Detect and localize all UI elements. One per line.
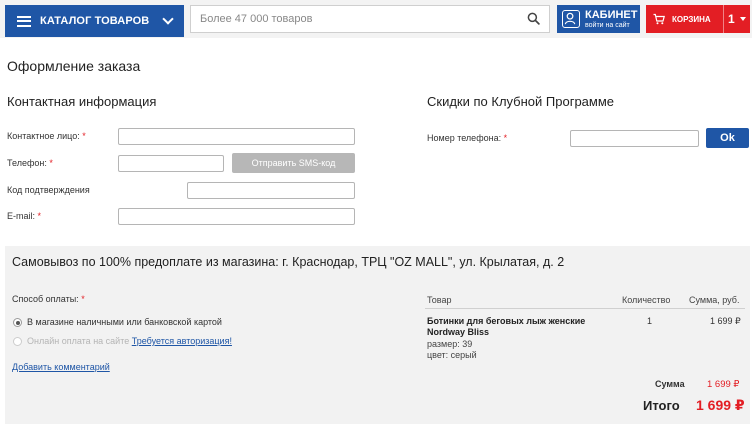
product-size: размер: 39 [427,339,473,349]
table-header-sum: Сумма, руб. [689,295,740,305]
cart-label: КОРЗИНА [672,14,711,24]
contact-person-input[interactable] [118,128,355,145]
club-phone-input[interactable] [570,130,699,147]
table-divider [425,308,745,309]
product-color: цвет: серый [427,350,477,360]
table-header-quantity: Количество [622,295,671,305]
ok-button[interactable]: Ok [706,128,749,148]
page-title: Оформление заказа [7,58,141,74]
confirm-code-input[interactable] [187,182,355,199]
cart-button[interactable]: КОРЗИНА 1 [646,5,750,33]
product-name[interactable]: Ботинки для беговых лыж женские Nordway … [427,316,607,338]
add-comment-link[interactable]: Добавить комментарий [12,362,110,372]
subtotal-value: 1 699 ₽ [707,379,740,390]
site-header: КАТАЛОГ ТОВАРОВ КАБИНЕТ войти на сайт КО… [0,0,752,38]
caret-down-icon[interactable] [740,17,746,21]
send-sms-button[interactable]: Отправить SMS-код [232,153,355,173]
auth-required-link[interactable]: Требуется авторизация! [132,336,232,346]
catalog-label: КАТАЛОГ ТОВАРОВ [40,15,150,27]
pickup-section [5,246,750,424]
payment-option-store-label[interactable]: В магазине наличными или банковской карт… [27,317,222,327]
search-box [190,5,550,33]
confirm-code-label: Код подтверждения [7,185,90,195]
product-quantity: 1 [647,316,653,326]
total-value: 1 699 ₽ [696,397,745,413]
payment-option-store-radio[interactable] [13,318,22,327]
search-input[interactable] [191,6,521,32]
product-sum: 1 699 ₽ [710,316,741,326]
payment-method-label: Способ оплаты: * [12,294,85,304]
user-icon [562,10,580,28]
payment-option-online-radio [13,337,22,346]
phone-input[interactable] [118,155,224,172]
chevron-down-icon [162,13,174,25]
contact-person-label: Контактное лицо: * [7,131,86,141]
cabinet-title: КАБИНЕТ [585,8,638,21]
subtotal-label: Сумма [655,379,685,389]
catalog-button[interactable]: КАТАЛОГ ТОВАРОВ [5,5,184,37]
email-input[interactable] [118,208,355,225]
club-section-title: Скидки по Клубной Программе [427,94,615,109]
cabinet-button[interactable]: КАБИНЕТ войти на сайт [557,5,640,33]
payment-option-online-label: Онлайн оплата на сайте Требуется авториз… [27,336,232,346]
club-phone-label: Номер телефона: * [427,133,508,143]
search-icon[interactable] [527,12,540,25]
total-label: Итого [643,398,680,413]
email-label: E-mail: * [7,211,42,221]
contact-section-title: Контактная информация [7,94,157,109]
pickup-title: Самовывоз по 100% предоплате из магазина… [12,255,565,269]
cart-icon [653,13,665,25]
cabinet-subtitle: войти на сайт [585,21,630,29]
table-header-product: Товар [427,295,452,305]
phone-label: Телефон: * [7,158,53,168]
menu-icon [17,15,31,27]
